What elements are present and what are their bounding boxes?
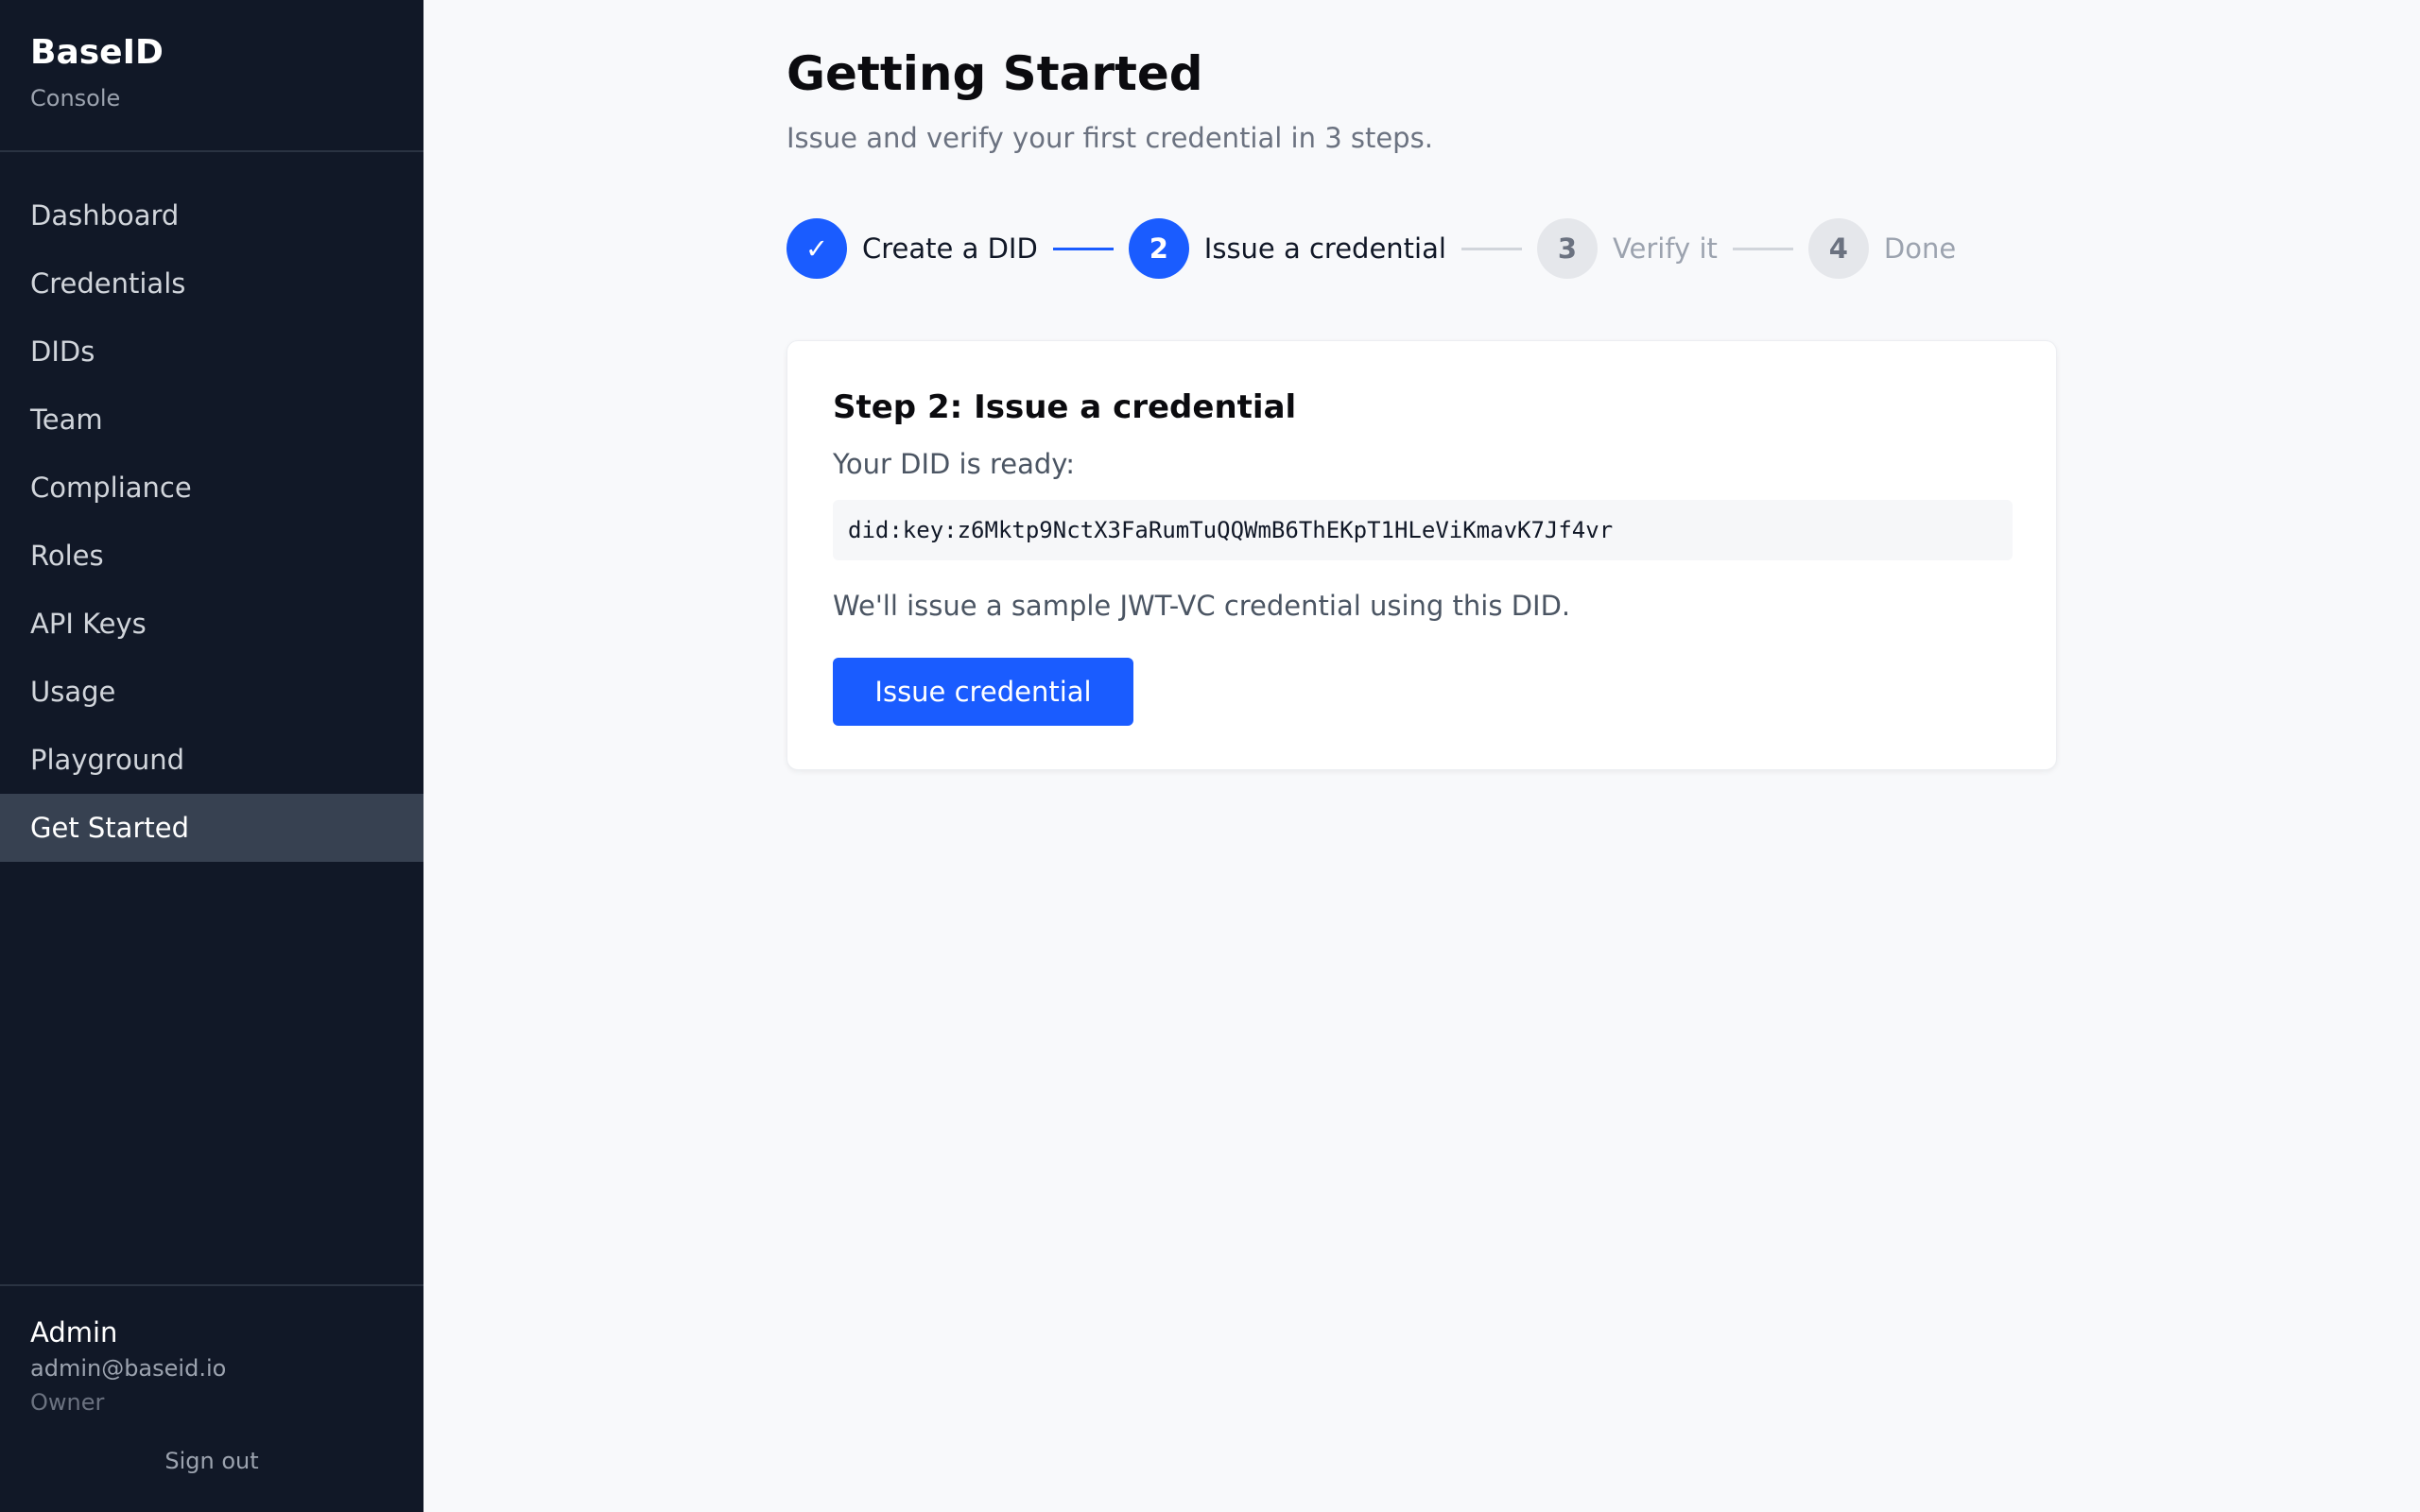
sidebar-item-get-started[interactable]: Get Started [0, 794, 424, 862]
brand-subtitle: Console [30, 85, 121, 112]
step-4-label: Done [1883, 232, 1957, 265]
sidebar-nav: Dashboard Credentials DIDs Team Complian… [0, 181, 424, 862]
brand: BaseID Console [30, 32, 164, 113]
step-3-marker: 3 [1536, 218, 1598, 279]
user-email: admin@baseid.io [30, 1355, 227, 1382]
page-title: Getting Started [786, 46, 1203, 101]
step-4-marker: 4 [1807, 218, 1869, 279]
step-1-marker: ✓ [786, 218, 847, 279]
sidebar-item-api-keys[interactable]: API Keys [0, 590, 424, 658]
user-name: Admin [30, 1316, 118, 1349]
sidebar-item-credentials[interactable]: Credentials [0, 249, 424, 318]
sidebar-item-playground[interactable]: Playground [0, 726, 424, 794]
sidebar-item-team[interactable]: Team [0, 386, 424, 454]
user-info: Admin admin@baseid.io Owner [30, 1314, 226, 1419]
sidebar-item-roles[interactable]: Roles [0, 522, 424, 590]
did-value: did:key:z6Mktp9NctX3FaRumTuQQWmB6ThEKpT1… [833, 500, 2013, 560]
sidebar: BaseID Console Dashboard Credentials DID… [0, 0, 424, 1512]
step-connector [1052, 247, 1114, 250]
sidebar-item-usage[interactable]: Usage [0, 658, 424, 726]
card-note: We'll issue a sample JWT-VC credential u… [833, 590, 1571, 622]
card-title: Step 2: Issue a credential [833, 388, 1297, 426]
sidebar-item-dids[interactable]: DIDs [0, 318, 424, 386]
check-icon: ✓ [804, 232, 829, 265]
step-connector [1732, 247, 1793, 250]
sidebar-divider [0, 150, 424, 152]
user-role: Owner [30, 1389, 105, 1416]
brand-title: BaseID [30, 33, 164, 72]
step-card: Step 2: Issue a credential Your DID is r… [786, 340, 2057, 770]
step-2-label: Issue a credential [1203, 232, 1446, 265]
did-ready-label: Your DID is ready: [833, 448, 1076, 480]
page-subtitle: Issue and verify your first credential i… [786, 122, 1433, 154]
issue-credential-button[interactable]: Issue credential [833, 658, 1133, 726]
sidebar-item-dashboard[interactable]: Dashboard [0, 181, 424, 249]
sidebar-divider [0, 1284, 424, 1286]
step-1-label: Create a DID [862, 232, 1038, 265]
step-3-label: Verify it [1612, 232, 1718, 265]
sidebar-item-compliance[interactable]: Compliance [0, 454, 424, 522]
step-connector [1461, 247, 1522, 250]
stepper: ✓ Create a DID 2 Issue a credential 3 Ve… [786, 218, 1956, 279]
sign-out-button[interactable]: Sign out [0, 1440, 424, 1482]
step-2-marker: 2 [1128, 218, 1189, 279]
